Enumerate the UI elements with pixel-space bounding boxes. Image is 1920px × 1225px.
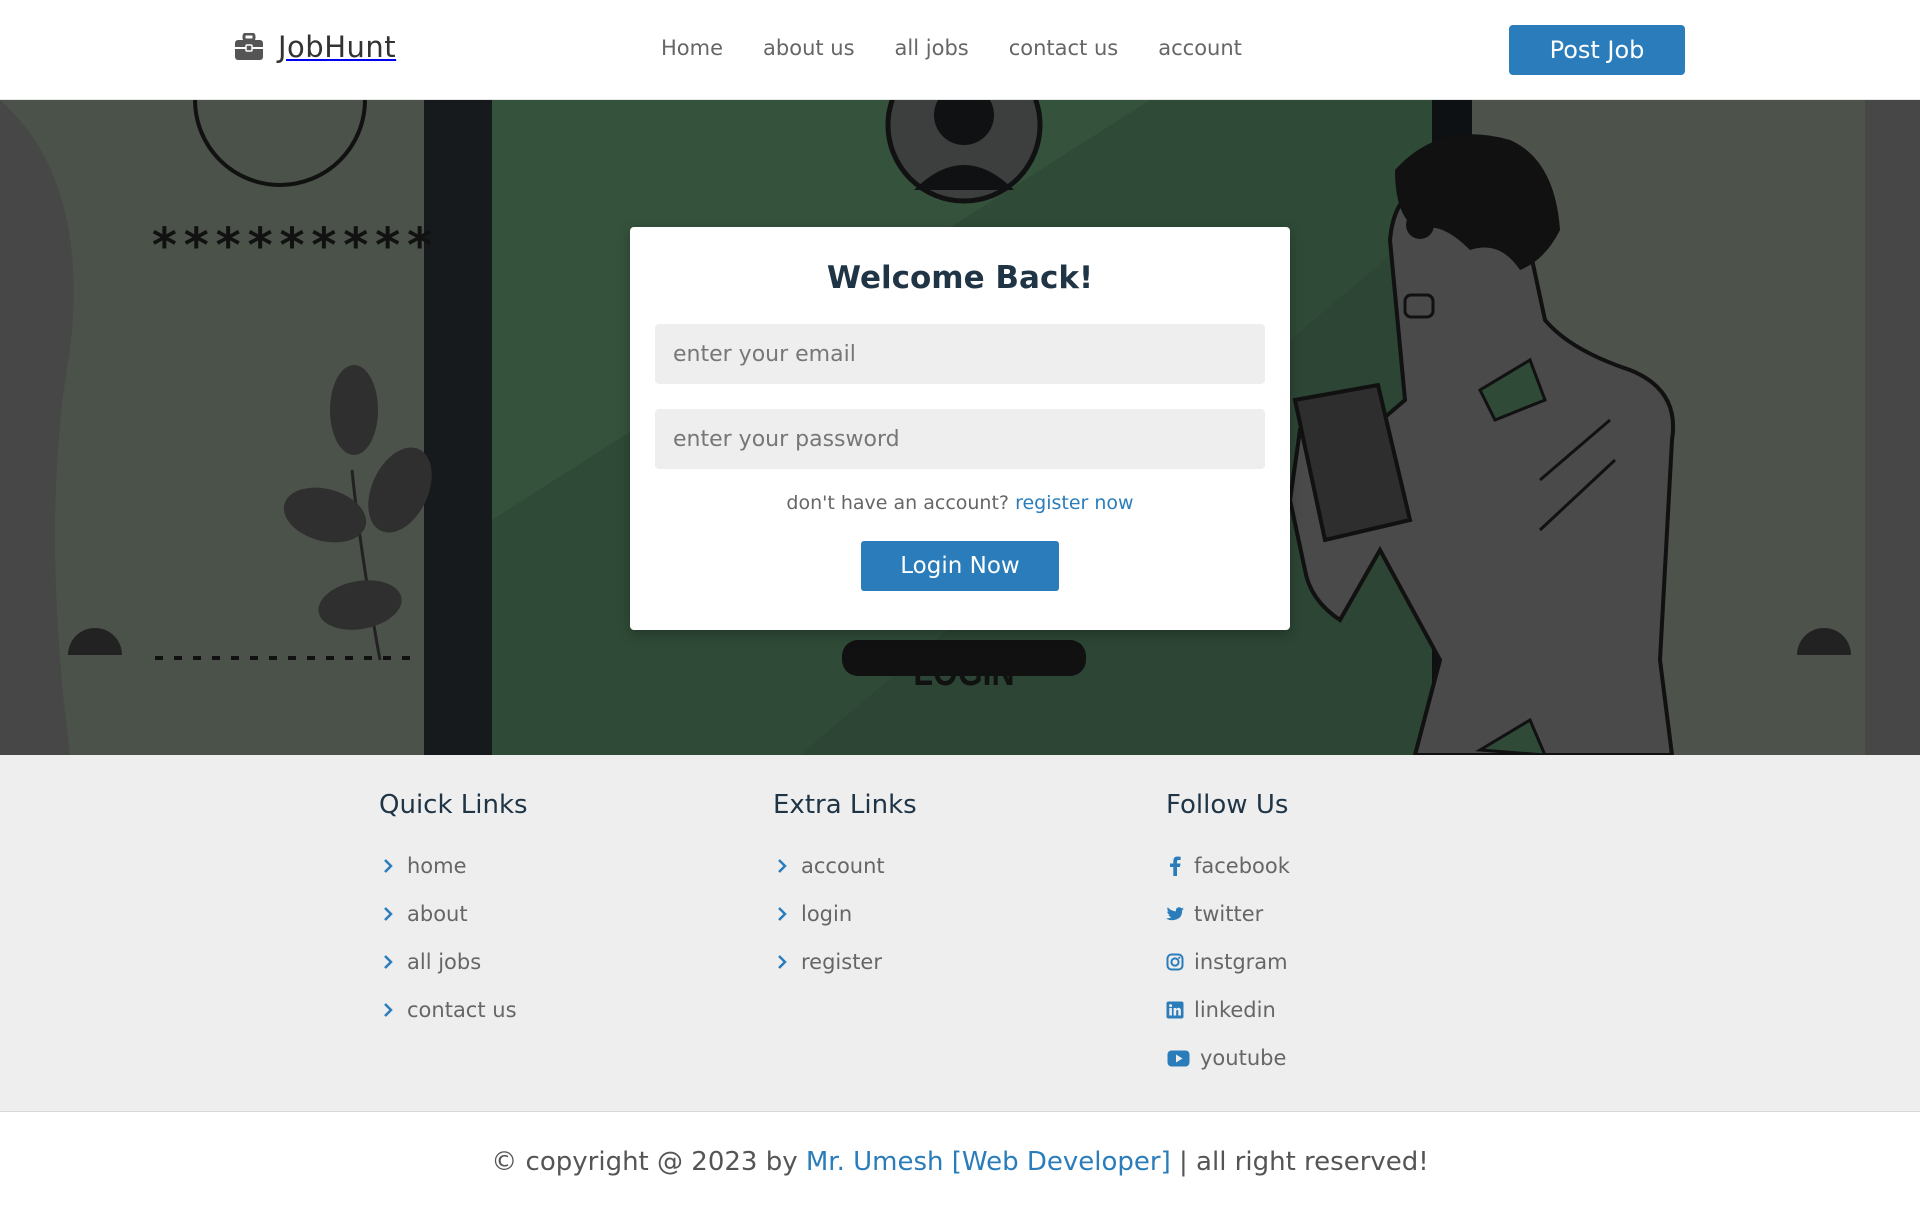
footer-link-linkedin[interactable]: linkedin (1194, 998, 1276, 1022)
email-input[interactable] (655, 324, 1265, 384)
chevron-right-icon (379, 906, 397, 922)
nav-contact-us[interactable]: contact us (1009, 36, 1119, 60)
list-item: about (379, 890, 528, 938)
login-form: Welcome Back! don't have an account? reg… (630, 227, 1290, 630)
footer-link-account[interactable]: account (801, 854, 885, 878)
hero-stars-text: ********* (150, 218, 438, 274)
follow-us-title: Follow Us (1166, 790, 1289, 820)
site-header: JobHunt Home about us all jobs contact u… (0, 0, 1920, 100)
hero-login-label: LOGIN (913, 650, 1015, 694)
list-item: all jobs (379, 938, 528, 986)
chevron-right-icon (379, 1002, 397, 1018)
post-job-button[interactable]: Post Job (1509, 25, 1685, 75)
briefcase-icon (235, 33, 263, 60)
brand-name: JobHunt (278, 30, 397, 64)
youtube-icon (1166, 1050, 1190, 1067)
register-prompt-text: don't have an account? (786, 492, 1010, 514)
list-item: instgram (1166, 938, 1290, 986)
chevron-right-icon (773, 954, 791, 970)
copyright-prefix: © copyright @ 2023 by (491, 1147, 798, 1177)
extra-links-title: Extra Links (773, 790, 917, 820)
chevron-right-icon (379, 858, 397, 874)
footer-link-twitter[interactable]: twitter (1194, 902, 1263, 926)
footer-link-register[interactable]: register (801, 950, 882, 974)
list-item: contact us (379, 986, 528, 1034)
extra-links-column: Extra Links account login register (773, 790, 917, 986)
list-item: home (379, 842, 528, 890)
chevron-right-icon (773, 858, 791, 874)
list-item: login (773, 890, 917, 938)
copyright-text: © copyright @ 2023 by Mr. Umesh [Web Dev… (0, 1147, 1920, 1177)
footer-link-home[interactable]: home (407, 854, 467, 878)
register-prompt: don't have an account? register now (630, 492, 1290, 514)
chevron-right-icon (379, 954, 397, 970)
footer-link-login[interactable]: login (801, 902, 852, 926)
main-nav: Home about us all jobs contact us accoun… (661, 36, 1242, 60)
list-item: register (773, 938, 917, 986)
twitter-icon (1166, 906, 1184, 923)
facebook-icon (1166, 856, 1184, 876)
register-now-link[interactable]: register now (1015, 492, 1134, 514)
footer-link-contact-us[interactable]: contact us (407, 998, 517, 1022)
chevron-right-icon (773, 906, 791, 922)
list-item: youtube (1166, 1034, 1290, 1082)
password-input[interactable] (655, 409, 1265, 469)
follow-us-column: Follow Us facebook twitter instgram link… (1166, 790, 1290, 1082)
footer-link-youtube[interactable]: youtube (1200, 1046, 1286, 1070)
list-item: account (773, 842, 917, 890)
copyright-author: Mr. Umesh [Web Developer] (805, 1147, 1171, 1177)
instagram-icon (1166, 953, 1184, 971)
site-footer: Quick Links home about all jobs contact … (0, 755, 1920, 1112)
nav-about-us[interactable]: about us (763, 36, 855, 60)
footer-link-facebook[interactable]: facebook (1194, 854, 1290, 878)
nav-account[interactable]: account (1158, 36, 1242, 60)
brand-logo[interactable]: JobHunt (234, 30, 396, 64)
quick-links-title: Quick Links (379, 790, 528, 820)
footer-link-instagram[interactable]: instgram (1194, 950, 1288, 974)
login-title: Welcome Back! (826, 260, 1094, 296)
footer-link-about[interactable]: about (407, 902, 468, 926)
list-item: linkedin (1166, 986, 1290, 1034)
copyright-suffix: | all right reserved! (1179, 1147, 1429, 1177)
list-item: twitter (1166, 890, 1290, 938)
nav-home[interactable]: Home (661, 36, 723, 60)
quick-links-column: Quick Links home about all jobs contact … (379, 790, 528, 1034)
login-now-button[interactable]: Login Now (861, 541, 1059, 591)
list-item: facebook (1166, 842, 1290, 890)
linkedin-icon (1166, 1001, 1184, 1019)
nav-all-jobs[interactable]: all jobs (895, 36, 969, 60)
footer-link-all-jobs[interactable]: all jobs (407, 950, 481, 974)
